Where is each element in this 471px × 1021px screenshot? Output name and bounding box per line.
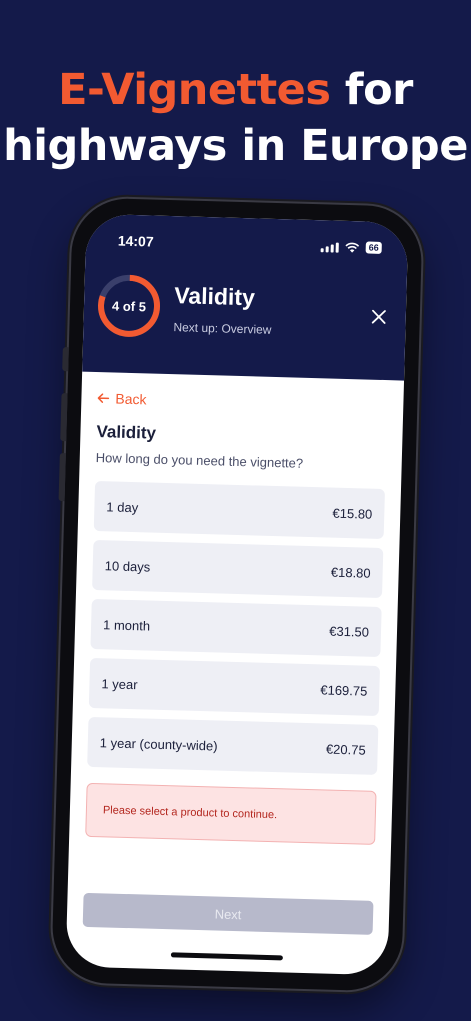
next-step-label: Next up: Overview [173, 320, 272, 337]
wifi-icon [345, 242, 360, 253]
option-1-year-county-wide[interactable]: 1 year (county-wide) €20.75 [87, 716, 379, 775]
error-message: Please select a product to continue. [85, 782, 377, 845]
volume-down-button [58, 452, 66, 502]
next-button[interactable]: Next [82, 892, 374, 935]
battery-icon: 66 [365, 241, 382, 254]
volume-up-button [60, 393, 68, 442]
option-1-month[interactable]: 1 month €31.50 [90, 598, 382, 658]
option-1-year[interactable]: 1 year €169.75 [88, 657, 381, 717]
option-label: 1 day [106, 498, 139, 515]
option-10-days[interactable]: 10 days €18.80 [92, 539, 384, 599]
option-price: €20.75 [325, 741, 366, 758]
arrow-left-icon [97, 393, 110, 403]
cellular-signal-icon [320, 241, 339, 253]
headline-line-2: highways in Europe [3, 121, 468, 171]
headline: E-Vignettes for highways in Europe [0, 62, 471, 174]
validity-options: 1 day €15.80 10 days €18.80 1 month €31.… [87, 480, 386, 775]
option-price: €31.50 [329, 623, 370, 640]
headline-rest: for [330, 65, 413, 115]
back-label: Back [115, 390, 147, 408]
option-label: 1 year [101, 675, 138, 692]
back-link[interactable]: Back [97, 390, 387, 414]
option-price: €169.75 [320, 681, 368, 699]
phone-frame: 14:07 66 4 of 5 Validity Next up: Overvi… [51, 197, 423, 992]
option-label: 1 month [102, 616, 151, 634]
wizard-content: Back Validity How long do you need the v… [67, 372, 404, 936]
status-time: 14:07 [117, 232, 154, 250]
status-icons: 66 [320, 240, 382, 254]
option-label: 1 year (county-wide) [99, 734, 218, 754]
option-price: €18.80 [330, 564, 371, 581]
headline-line-1: E-Vignettes for [0, 62, 471, 118]
home-indicator [170, 952, 283, 961]
mute-switch [62, 347, 69, 372]
step-title: Validity [173, 282, 256, 311]
phone-screen: 14:07 66 4 of 5 Validity Next up: Overvi… [65, 213, 409, 976]
option-label: 10 days [104, 557, 151, 575]
progress-label: 4 of 5 [111, 297, 147, 314]
headline-accent: E-Vignettes [58, 65, 331, 115]
option-1-day[interactable]: 1 day €15.80 [93, 480, 386, 540]
close-icon[interactable] [371, 309, 386, 324]
phone-mockup: 14:07 66 4 of 5 Validity Next up: Overvi… [51, 197, 423, 992]
option-price: €15.80 [332, 505, 373, 522]
status-bar: 14:07 66 [118, 233, 382, 260]
wizard-header: 14:07 66 4 of 5 Validity Next up: Overvi… [82, 213, 409, 381]
section-title: Validity [96, 422, 157, 443]
section-subtitle: How long do you need the vignette? [95, 450, 304, 471]
